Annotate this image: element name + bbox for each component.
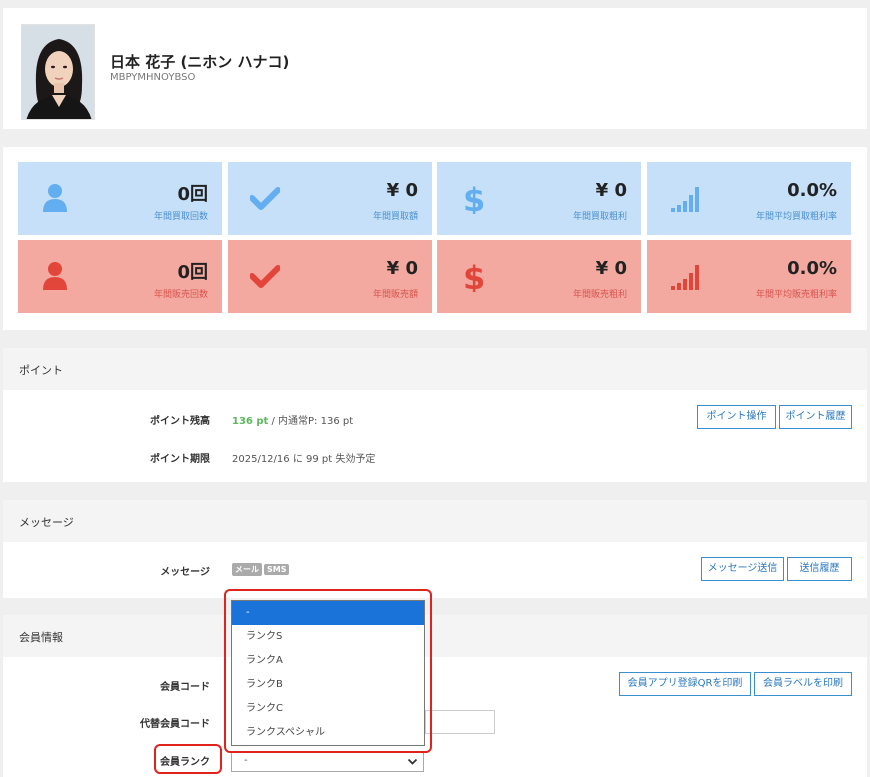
stat-value: ¥ 0 [386,258,418,279]
rank-label-highlight-box [154,744,222,774]
message-badges: メール SMS [232,563,291,576]
signal-bars-icon [671,187,699,212]
stat-value: 0回 [177,184,208,205]
point-history-button[interactable]: ポイント履歴 [779,405,852,429]
point-balance-label: ポイント残高 [150,416,210,427]
stat-card-buy-profit: $ ¥ 0 年間買取粗利 [437,162,641,235]
dollar-icon: $ [463,260,485,292]
alt-member-code-label: 代替会員コード [140,719,210,730]
member-section-title: 会員情報 [3,615,867,657]
stat-card-sell-amount: ¥ 0 年間販売額 [228,240,432,313]
print-member-label-button[interactable]: 会員ラベルを印刷 [754,672,852,696]
stats-panel: 0回 年間買取回数 ¥ 0 年間買取額 $ ¥ 0 年間買取粗利 0.0% 年間… [3,147,867,330]
stat-label: 年間平均買取粗利率 [755,212,837,222]
check-icon [250,265,280,288]
stat-label: 年間平均販売粗利率 [755,290,837,300]
points-panel: ポイント残高 136 pt / 内通常P: 136 pt ポイント期限 2025… [3,390,867,482]
stat-label: 年間買取粗利 [572,212,627,222]
stat-label: 年間販売額 [372,290,418,300]
point-operate-button[interactable]: ポイント操作 [697,405,776,429]
print-app-qr-button[interactable]: 会員アプリ登録QRを印刷 [619,672,751,696]
chevron-down-icon [407,758,418,765]
message-label: メッセージ [160,567,210,578]
stat-card-buy-rate: 0.0% 年間平均買取粗利率 [647,162,851,235]
point-balance-amount: 136 pt [232,416,269,427]
svg-text:$: $ [463,182,485,214]
member-code-label: 会員コード [160,682,210,693]
dropdown-highlight-box [224,589,432,753]
point-expiry-value: 2025/12/16 に 99 pt 失効予定 [232,454,376,465]
point-expiry-label: ポイント期限 [150,454,210,465]
stat-value: ¥ 0 [595,258,627,279]
message-section-title: メッセージ [3,500,867,542]
stat-label: 年間買取回数 [153,212,208,222]
stat-label: 年間買取額 [372,212,418,222]
point-balance-value: 136 pt / 内通常P: 136 pt [232,412,353,427]
stat-value: 0.0% [787,180,837,201]
stat-card-buy-amount: ¥ 0 年間買取額 [228,162,432,235]
point-balance-detail: / 内通常P: 136 pt [268,416,354,427]
stat-value: ¥ 0 [386,180,418,201]
stat-label: 年間販売回数 [153,290,208,300]
check-icon [250,187,280,210]
stat-value: 0回 [177,262,208,283]
person-icon [43,184,67,212]
alt-member-code-input[interactable] [425,710,495,734]
member-rank-select[interactable]: - [231,751,424,772]
stat-label: 年間販売粗利 [572,290,627,300]
message-history-button[interactable]: 送信履歴 [787,557,852,581]
stat-card-sell-count: 0回 年間販売回数 [18,240,222,313]
stat-card-sell-profit: $ ¥ 0 年間販売粗利 [437,240,641,313]
member-rank-selected-value: - [244,755,248,766]
message-panel: メッセージ メール SMS メッセージ送信 送信履歴 [3,542,867,598]
person-icon [43,262,67,290]
profile-panel: 日本 花子 (ニホン ハナコ) MBPYMHNOYBSO [3,8,867,129]
message-send-button[interactable]: メッセージ送信 [701,557,784,581]
sms-badge: SMS [264,564,290,575]
signal-bars-icon [671,265,699,290]
stat-value: 0.0% [787,258,837,279]
dollar-icon: $ [463,182,485,214]
member-code: MBPYMHNOYBSO [110,72,196,83]
stat-card-sell-rate: 0.0% 年間平均販売粗利率 [647,240,851,313]
svg-text:$: $ [463,260,485,292]
member-panel: 会員コード 代替会員コード 会員ランク 会員アプリ登録QRを印刷 会員ラベルを印… [3,657,867,777]
member-photo [21,24,95,120]
member-name: 日本 花子 (ニホン ハナコ) [110,53,290,71]
points-section-title: ポイント [3,348,867,390]
mail-badge: メール [232,563,262,576]
stat-card-buy-count: 0回 年間買取回数 [18,162,222,235]
stat-value: ¥ 0 [595,180,627,201]
